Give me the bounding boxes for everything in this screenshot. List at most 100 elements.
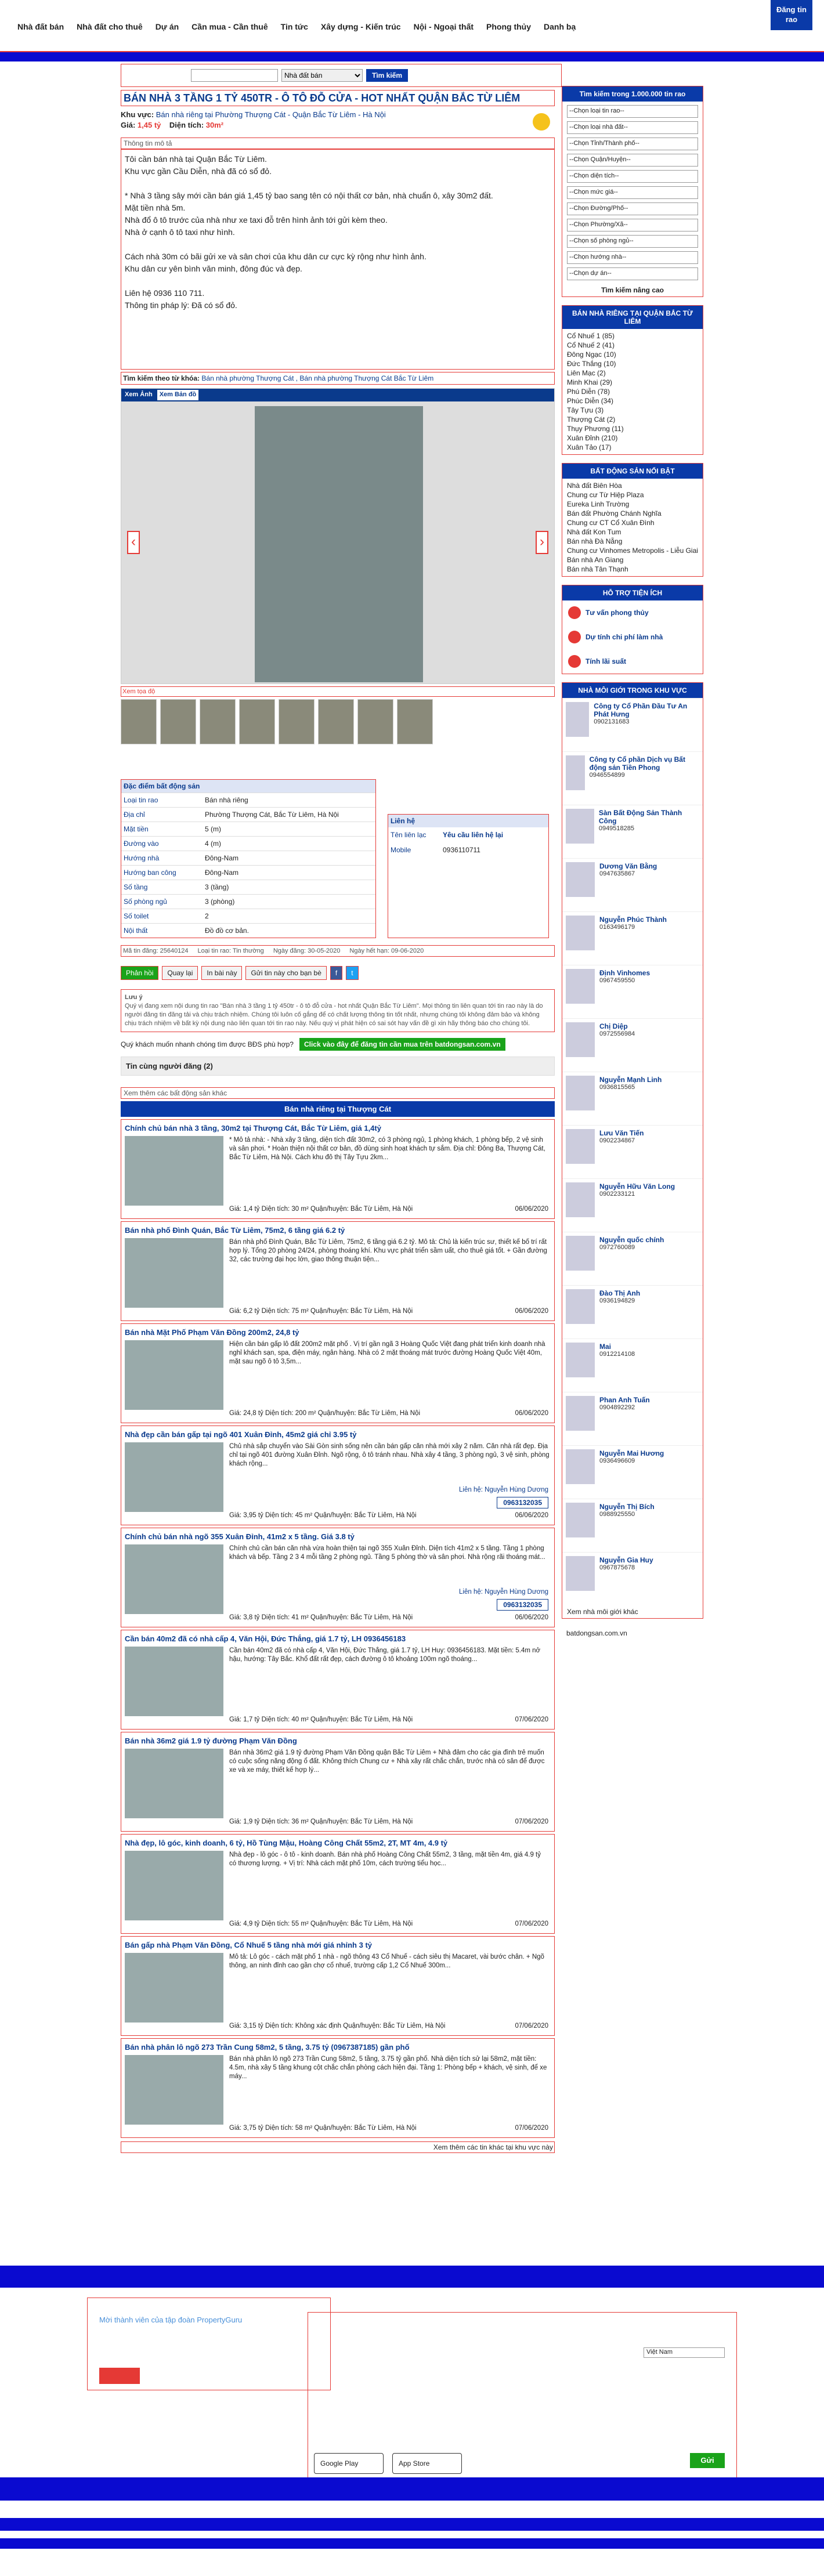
print-button[interactable]: In bài này [201,966,243,980]
area-link[interactable]: Đông Ngạc (10) [567,350,698,359]
filter-select[interactable]: --Chọn số phòng ngủ-- [567,235,698,248]
map-link[interactable]: Xem tọa độ [121,686,555,697]
broker-name[interactable]: Nguyễn Hữu Văn Long [599,1182,675,1191]
search-input[interactable] [191,69,278,82]
broker-name[interactable]: Nguyễn Phúc Thành [599,916,667,924]
area-link[interactable]: Tây Tựu (3) [567,406,698,415]
area-link[interactable]: Liên Mạc (2) [567,368,698,378]
area-link[interactable]: Minh Khai (29) [567,378,698,387]
next-arrow-icon[interactable]: › [536,531,548,554]
broker-item[interactable]: Công ty Cổ phần Dịch vụ Bất động sản Tiề… [562,751,703,805]
broker-item[interactable]: Nguyễn Mạnh Linh 0936815565 [562,1072,703,1125]
tab-photos[interactable]: Xem Ảnh [122,390,155,400]
broker-name[interactable]: Dương Văn Bằng [599,862,657,870]
nav-item[interactable]: Cần mua - Cần thuê [191,22,268,31]
listing-card-title[interactable]: Chính chủ bán nhà 3 tầng, 30m2 tại Thượn… [125,1123,551,1133]
nav-item[interactable]: Nhà đất cho thuê [77,22,143,31]
broker-name[interactable]: Định Vinhomes [599,969,650,977]
listing-card-title[interactable]: Bán nhà Mặt Phố Phạm Văn Đồng 200m2, 24,… [125,1327,551,1337]
listing-card[interactable]: Nhà đẹp cần bán gấp tại ngõ 401 Xuân Đỉn… [121,1426,555,1525]
broker-item[interactable]: Nguyễn Gia Huy 0967875678 [562,1552,703,1605]
more-brokers-link[interactable]: Xem nhà môi giới khác [562,1605,703,1618]
interest-tool[interactable]: Tính lãi suất [562,649,703,674]
area-link[interactable]: Cổ Nhuế 1 (85) [567,331,698,341]
hot-link[interactable]: Eureka Linh Trường [567,500,698,509]
filter-select[interactable]: --Chọn Quận/Huyện-- [567,154,698,167]
listing-card-photo[interactable] [125,1442,223,1512]
filter-select[interactable]: --Chọn Tỉnh/Thành phố-- [567,138,698,150]
filter-select[interactable]: --Chọn Phường/Xã-- [567,219,698,231]
broker-name[interactable]: Nguyễn Gia Huy [599,1556,653,1564]
hot-link[interactable]: Chung cư Từ Hiệp Plaza [567,490,698,500]
broker-item[interactable]: Nguyễn Mai Hương 0936496609 [562,1445,703,1499]
broker-name[interactable]: Công ty Cổ phần Dịch vụ Bất động sản Tiề… [590,755,699,772]
facebook-icon[interactable]: f [330,966,343,980]
listing-card-photo[interactable] [125,1340,223,1410]
hot-link[interactable]: Chung cư CT Cổ Xuân Đình [567,518,698,527]
listing-card[interactable]: Bán nhà Mặt Phố Phạm Văn Đồng 200m2, 24,… [121,1323,555,1423]
bell-icon[interactable] [533,113,550,131]
thumbnail[interactable] [121,699,157,744]
listing-card-photo[interactable] [125,1647,223,1716]
nav-item[interactable]: Nội - Ngoại thất [414,22,474,31]
feng-shui-tool[interactable]: Tư vấn phong thủy [562,600,703,625]
broker-item[interactable]: Nguyễn Thị Bích 0988925550 [562,1499,703,1552]
area-link[interactable]: Phúc Diễn (34) [567,396,698,406]
area-link[interactable]: Phú Diễn (78) [567,387,698,396]
hot-link[interactable]: Nhà đất Biên Hòa [567,481,698,490]
nav-item[interactable]: Nhà đất bán [17,22,64,31]
listing-card-photo[interactable] [125,1136,223,1206]
quick-post-button[interactable]: Click vào đây để đăng tin cần mua trên b… [299,1038,505,1051]
listing-card-title[interactable]: Nhà đẹp cần bán gấp tại ngõ 401 Xuân Đỉn… [125,1430,551,1439]
area-link[interactable]: Xuân Đỉnh (210) [567,433,698,443]
broker-item[interactable]: Lưu Văn Tiến 0902234867 [562,1125,703,1178]
broker-name[interactable]: Đào Thị Anh [599,1289,640,1297]
language-select[interactable]: Việt Nam [644,2347,725,2358]
hot-link[interactable]: Bán nhà Đà Nẵng [567,537,698,546]
broker-name[interactable]: Sàn Bất Động Sản Thành Công [599,809,699,825]
area-link[interactable]: Thượng Cát (2) [567,415,698,424]
broker-name[interactable]: Lưu Văn Tiến [599,1129,644,1137]
broker-name[interactable]: Phan Anh Tuấn [599,1396,650,1404]
broker-name[interactable]: Chị Diệp [599,1022,635,1030]
listing-card[interactable]: Cần bán 40m2 đã có nhà cấp 4, Văn Hội, Đ… [121,1630,555,1730]
back-button[interactable]: Quay lại [162,966,198,980]
broker-item[interactable]: Sàn Bất Động Sản Thành Công 0949518285 [562,805,703,858]
listing-card-title[interactable]: Cần bán 40m2 đã có nhà cấp 4, Văn Hội, Đ… [125,1634,551,1644]
listing-card-photo[interactable] [125,2055,223,2125]
area-link[interactable]: Thụy Phương (11) [567,424,698,433]
listing-card-photo[interactable] [125,1851,223,1920]
broker-item[interactable]: Mai 0912214108 [562,1338,703,1392]
site-link[interactable]: batdongsan.com.vn [562,1627,703,1640]
listing-card-title[interactable]: Bán nhà phố Đình Quán, Bắc Từ Liêm, 75m2… [125,1225,551,1235]
more-in-area-link[interactable]: Xem thêm các tin khác tại khu vực này [121,2141,555,2153]
filter-select[interactable]: --Chọn loại nhà đất-- [567,121,698,134]
nav-item[interactable]: Phong thủy [486,22,531,31]
cost-tool[interactable]: Dự tính chi phí làm nhà [562,625,703,649]
share-email-button[interactable]: Gửi tin này cho bạn bè [245,966,327,980]
thumbnail[interactable] [318,699,354,744]
broker-item[interactable]: Nguyễn Phúc Thành 0163496179 [562,911,703,965]
nav-item[interactable]: Xây dựng - Kiến trúc [321,22,401,31]
broker-name[interactable]: Nguyễn Mạnh Linh [599,1076,662,1084]
tab-map[interactable]: Xem Bản đồ [157,390,199,400]
broker-name[interactable]: Nguyễn quốc chính [599,1236,664,1244]
twitter-icon[interactable]: t [346,966,359,980]
listing-card[interactable]: Bán gấp nhà Phạm Văn Đồng, Cổ Nhuế 5 tần… [121,1936,555,2036]
google-play-button[interactable]: Google Play [314,2453,384,2474]
listing-card-photo[interactable] [125,1544,223,1614]
listing-card-title[interactable]: Bán nhà 36m2 giá 1.9 tỷ đường Phạm Văn Đ… [125,1736,551,1746]
same-poster-tab[interactable]: Tin cùng người đăng (2) [121,1057,555,1076]
filter-select[interactable]: --Chọn diện tích-- [567,170,698,183]
broker-item[interactable]: Dương Văn Bằng 0947635867 [562,858,703,911]
broker-name[interactable]: Nguyễn Thị Bích [599,1503,655,1511]
filter-select[interactable]: --Chọn dự án-- [567,267,698,280]
listing-card-title[interactable]: Chính chủ bán nhà ngõ 355 Xuân Đỉnh, 41m… [125,1532,551,1542]
thumbnail[interactable] [397,699,433,744]
nav-item[interactable]: Danh bạ [544,22,576,31]
area-link[interactable]: Đức Thắng (10) [567,359,698,368]
listing-card-phone[interactable]: 0963132035 [497,1497,548,1508]
broker-item[interactable]: Định Vinhomes 0967459550 [562,965,703,1018]
submit-button[interactable]: Gửi [690,2453,725,2468]
listing-card[interactable]: Bán nhà 36m2 giá 1.9 tỷ đường Phạm Văn Đ… [121,1732,555,1832]
